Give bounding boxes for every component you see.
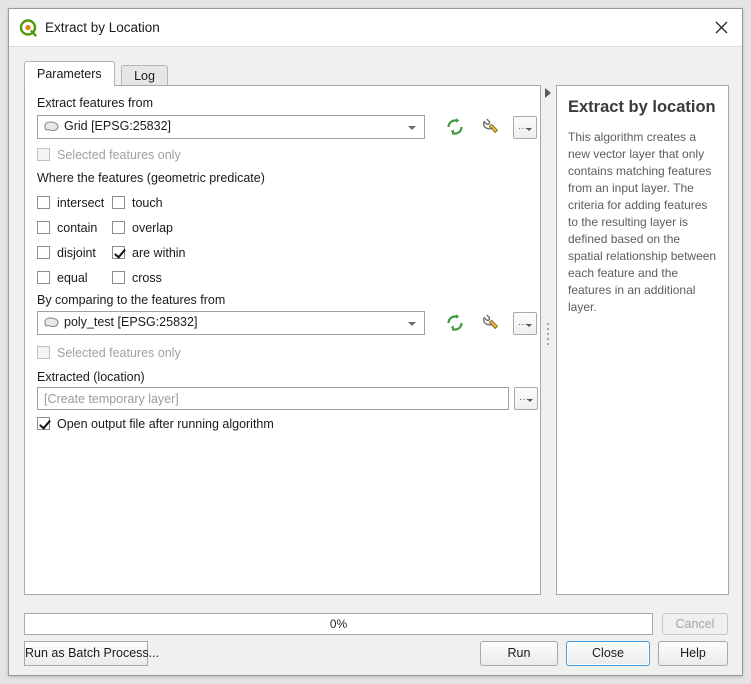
- algorithm-help-panel: Extract by location This algorithm creat…: [556, 85, 729, 595]
- checkbox-label: intersect: [57, 196, 105, 210]
- input-browse-button[interactable]: ···: [513, 116, 537, 139]
- checkbox-label: Open output file after running algorithm: [57, 417, 274, 431]
- predicate-disjoint-checkbox[interactable]: disjoint: [37, 246, 96, 260]
- chevron-down-icon: [526, 324, 532, 327]
- tab-log[interactable]: Log: [121, 65, 168, 86]
- input-layer-value: Grid [EPSG:25832]: [64, 119, 172, 133]
- iterate-refresh-icon[interactable]: [443, 311, 467, 335]
- cancel-button: Cancel: [662, 613, 728, 635]
- checkbox-label: Selected features only: [57, 148, 181, 162]
- predicate-are-within-checkbox[interactable]: are within: [112, 246, 186, 260]
- compare-layer-value: poly_test [EPSG:25832]: [64, 315, 198, 329]
- tab-parameters[interactable]: Parameters: [24, 61, 115, 86]
- collapse-arrow-icon[interactable]: [545, 88, 551, 98]
- vector-polygon-layer-icon: [43, 316, 60, 330]
- checkbox-label: equal: [57, 271, 88, 285]
- panel-splitter[interactable]: [541, 85, 556, 595]
- title-bar: Extract by Location: [9, 9, 742, 47]
- compare-browse-button[interactable]: ···: [513, 312, 537, 335]
- help-description: This algorithm creates a new vector laye…: [568, 129, 717, 315]
- qgis-logo-icon: [19, 19, 37, 37]
- checkbox-label: contain: [57, 221, 98, 235]
- geometric-predicate-label: Where the features (geometric predicate): [37, 171, 265, 185]
- predicate-overlap-checkbox[interactable]: overlap: [112, 221, 173, 235]
- predicate-cross-checkbox[interactable]: cross: [112, 271, 162, 285]
- output-label: Extracted (location): [37, 370, 145, 384]
- help-title: Extract by location: [568, 98, 716, 116]
- extract-by-location-dialog: Extract by Location Parameters Log Extra…: [8, 8, 743, 676]
- run-button[interactable]: Run: [480, 641, 558, 666]
- checkbox-box: [112, 196, 125, 209]
- chevron-down-icon: [527, 399, 533, 402]
- input-layer-combobox[interactable]: Grid [EPSG:25832]: [37, 115, 425, 139]
- splitter-grip[interactable]: [547, 323, 549, 345]
- progress-bar: 0%: [24, 613, 653, 635]
- checkbox-label: are within: [132, 246, 186, 260]
- progress-text: 0%: [329, 617, 348, 631]
- wrench-icon[interactable]: [478, 311, 502, 335]
- checkbox-box: [37, 221, 50, 234]
- checkbox-box: [37, 417, 50, 430]
- window-title: Extract by Location: [45, 20, 160, 35]
- input-layer-label: Extract features from: [37, 96, 154, 110]
- checkbox-label: Selected features only: [57, 346, 181, 360]
- parameters-panel: Extract features from Grid [EPSG:25832]: [24, 85, 541, 595]
- vector-polygon-layer-icon: [43, 120, 60, 134]
- close-button[interactable]: Close: [566, 641, 650, 666]
- iterate-refresh-icon[interactable]: [443, 115, 467, 139]
- predicate-contain-checkbox[interactable]: contain: [37, 221, 97, 235]
- input-selected-features-only-checkbox: Selected features only: [37, 148, 181, 162]
- predicate-intersect-checkbox[interactable]: intersect: [37, 196, 104, 210]
- compare-selected-features-only-checkbox: Selected features only: [37, 346, 181, 360]
- tab-bar: Parameters Log: [24, 61, 168, 86]
- checkbox-box: [37, 271, 50, 284]
- close-icon[interactable]: [708, 16, 734, 40]
- run-as-batch-process-button[interactable]: Run as Batch Process...: [24, 641, 159, 666]
- checkbox-label: disjoint: [57, 246, 96, 260]
- checkbox-label: touch: [132, 196, 163, 210]
- wrench-icon[interactable]: [478, 115, 502, 139]
- compare-layer-combobox[interactable]: poly_test [EPSG:25832]: [37, 311, 425, 335]
- checkbox-box: [37, 346, 50, 359]
- predicate-touch-checkbox[interactable]: touch: [112, 196, 163, 210]
- output-path-input[interactable]: [37, 387, 509, 410]
- checkbox-box: [37, 196, 50, 209]
- checkbox-box: [37, 246, 50, 259]
- predicate-equal-checkbox[interactable]: equal: [37, 271, 88, 285]
- chevron-down-icon: [526, 128, 532, 131]
- chevron-down-icon: [408, 126, 416, 130]
- help-button[interactable]: Help: [658, 641, 728, 666]
- chevron-down-icon: [408, 322, 416, 326]
- checkbox-box: [37, 148, 50, 161]
- checkbox-label: overlap: [132, 221, 173, 235]
- compare-layer-label: By comparing to the features from: [37, 293, 226, 307]
- open-output-file-checkbox[interactable]: Open output file after running algorithm: [37, 417, 274, 431]
- checkbox-box: [112, 271, 125, 284]
- output-browse-button[interactable]: ···: [514, 387, 538, 410]
- checkbox-label: cross: [132, 271, 162, 285]
- checkbox-box: [112, 246, 125, 259]
- checkbox-box: [112, 221, 125, 234]
